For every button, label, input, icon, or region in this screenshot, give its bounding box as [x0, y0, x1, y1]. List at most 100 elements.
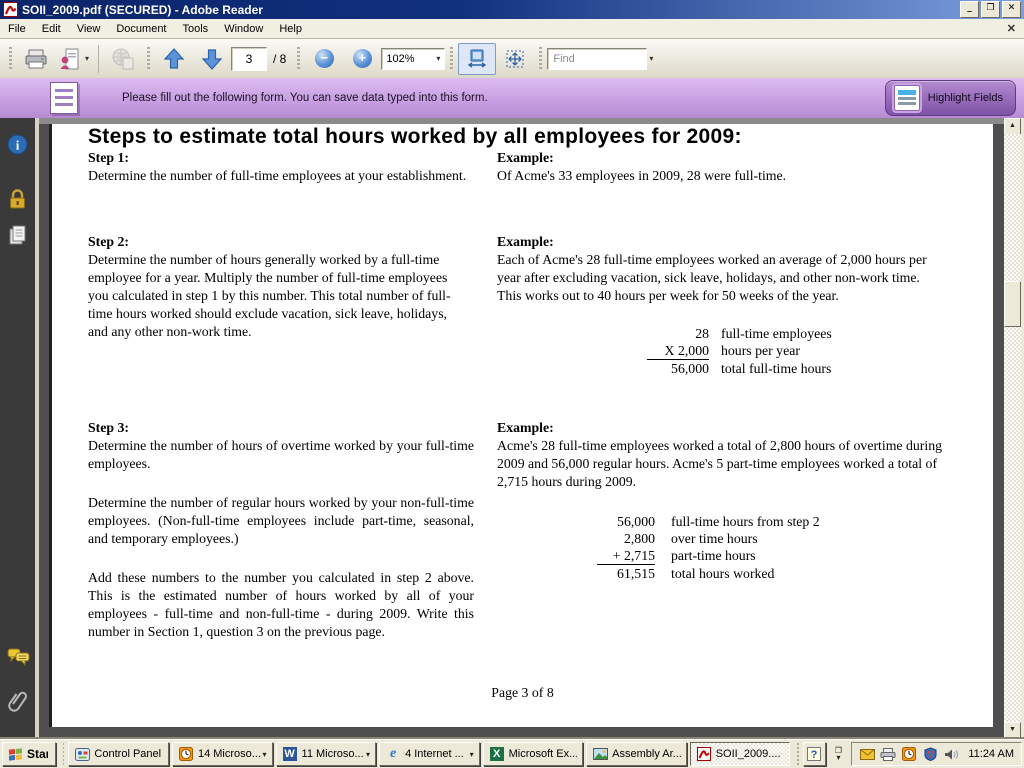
scrolling-mode-button[interactable]	[458, 43, 496, 75]
taskbar-group-word[interactable]: W 11 Microso... ▾	[276, 742, 377, 766]
chevron-down-icon[interactable]: ▾	[363, 750, 370, 759]
control-panel-icon	[74, 746, 90, 762]
navigation-sidebar: i	[0, 118, 39, 740]
help-icon: ?	[807, 747, 821, 761]
distribute-form-button[interactable]: ▾	[55, 43, 93, 75]
form-message: Please fill out the following form. You …	[122, 92, 488, 104]
page-number-input[interactable]	[231, 47, 267, 71]
close-button[interactable]: ✕	[1002, 1, 1021, 18]
zoom-out-button[interactable]: −	[305, 43, 343, 75]
taskbar-item-control-panel[interactable]: Control Panel	[68, 742, 169, 766]
menu-view[interactable]: View	[69, 19, 109, 38]
minimize-button[interactable]: _	[960, 1, 979, 18]
printer-tray-icon[interactable]	[880, 746, 896, 762]
total-hours-calculation: 56,000full-time hours from step 2 2,800o…	[597, 513, 820, 582]
page-heading: Steps to estimate total hours worked by …	[88, 125, 742, 149]
close-document-icon[interactable]: ✕	[1007, 22, 1016, 35]
scrollbar-track[interactable]	[1004, 134, 1021, 724]
taskbar: Start Control Panel 14 Microso... ▾ W 11…	[0, 739, 1024, 768]
volume-tray-icon[interactable]	[943, 746, 959, 762]
security-lock-icon[interactable]	[7, 188, 28, 209]
chevron-down-icon[interactable]: ▾	[649, 54, 653, 63]
chevron-down-icon: ▾	[836, 754, 840, 761]
internet-explorer-icon: e	[385, 746, 401, 762]
collaborate-button-disabled	[104, 43, 142, 75]
taskbar-separator	[63, 743, 65, 765]
help-tray-button[interactable]: ?	[803, 742, 826, 766]
scrollbar-thumb[interactable]	[1004, 281, 1021, 327]
form-document-icon	[50, 82, 78, 114]
start-label: Start	[27, 747, 48, 761]
taskbar-item-excel[interactable]: X Microsoft Ex...	[483, 742, 584, 766]
toolbar: ▾ / 8 − + 102% ▾ F	[0, 39, 1024, 79]
antivirus-shield-tray-icon[interactable]: V	[922, 746, 938, 762]
highlight-fields-icon	[894, 85, 920, 111]
menu-window[interactable]: Window	[216, 19, 271, 38]
step3-paragraph-2: Determine the number of regular hours wo…	[88, 494, 474, 548]
next-page-button[interactable]	[193, 43, 231, 75]
svg-text:?: ?	[811, 749, 818, 761]
adobe-pdf-icon	[696, 746, 712, 762]
fit-arrows-icon	[505, 49, 525, 69]
example3-title: Example:	[497, 420, 554, 435]
taskbar-item-assembly-image[interactable]: Assembly Ar...	[586, 742, 687, 766]
globe-page-icon	[111, 48, 135, 70]
page-down-arrow-icon	[201, 47, 223, 71]
clock-time[interactable]: 11:24 AM	[968, 748, 1014, 760]
zoom-in-button[interactable]: +	[343, 43, 381, 75]
clock-tray-icon[interactable]	[901, 746, 917, 762]
mail-tray-icon[interactable]	[859, 746, 875, 762]
find-input[interactable]: Find	[547, 48, 647, 70]
pages-panel-icon[interactable]	[7, 224, 28, 245]
menu-file[interactable]: File	[0, 19, 34, 38]
toolbar-grip	[450, 47, 453, 71]
chevron-down-icon[interactable]: ▾	[467, 750, 474, 759]
menu-document[interactable]: Document	[108, 19, 174, 38]
scrolling-page-icon	[468, 49, 486, 69]
attachments-panel-icon[interactable]	[7, 690, 28, 711]
comments-panel-icon[interactable]	[7, 648, 28, 669]
fit-page-button[interactable]	[496, 43, 534, 75]
menu-help[interactable]: Help	[271, 19, 310, 38]
menu-tools[interactable]: Tools	[175, 19, 217, 38]
hidden-icons-toggle[interactable]: ❐ ▾	[832, 747, 846, 761]
document-pane: i Steps to estimate total hours worked b…	[0, 118, 1024, 740]
chevron-down-icon[interactable]: ▾	[260, 750, 267, 759]
taskbar-group-internet-explorer[interactable]: e 4 Internet ... ▾	[379, 742, 480, 766]
step1-block: Step 1: Determine the number of full-tim…	[88, 149, 476, 185]
taskbar-item-pdf-active[interactable]: SOII_2009....	[690, 742, 791, 766]
start-button[interactable]: Start	[2, 742, 56, 766]
clock-app-icon	[178, 746, 194, 762]
step2-block: Step 2: Determine the number of hours ge…	[88, 233, 470, 341]
taskbar-group-outlook[interactable]: 14 Microso... ▾	[172, 742, 273, 766]
step3-paragraph-1: Determine the number of hours of overtim…	[88, 437, 474, 473]
example3-block: Example: Acme's 28 full-time employees w…	[497, 419, 949, 582]
zoom-level-select[interactable]: 102% ▾	[381, 48, 445, 70]
svg-text:i: i	[16, 138, 20, 153]
svg-text:V: V	[927, 750, 933, 760]
chevron-down-icon: ▾	[85, 54, 89, 63]
page-footer: Page 3 of 8	[52, 685, 993, 701]
step3-block: Step 3: Determine the number of hours of…	[88, 419, 474, 641]
example3-text: Acme's 28 full-time employees worked a t…	[497, 437, 949, 491]
menu-edit[interactable]: Edit	[34, 19, 69, 38]
document-info-icon[interactable]: i	[7, 134, 28, 155]
highlight-fields-button[interactable]: Highlight Fields	[885, 80, 1016, 116]
scroll-down-icon[interactable]: ▼	[1004, 722, 1021, 740]
print-button[interactable]	[17, 43, 55, 75]
previous-page-button[interactable]	[155, 43, 193, 75]
step3-title: Step 3:	[88, 420, 129, 435]
toolbar-grip	[297, 47, 300, 71]
restore-button[interactable]: ❐	[981, 1, 1000, 18]
toolbar-grip	[539, 47, 542, 71]
toolbar-separator	[98, 45, 99, 73]
step3-paragraph-3: Add these numbers to the number you calc…	[88, 569, 474, 641]
highlight-fields-label: Highlight Fields	[928, 92, 1003, 104]
vertical-scrollbar[interactable]: ▲ ▼	[1004, 118, 1021, 740]
taskbar-separator	[797, 743, 799, 765]
pdf-page: Steps to estimate total hours worked by …	[49, 124, 993, 727]
form-message-bar: Please fill out the following form. You …	[0, 78, 1024, 119]
example1-text: Of Acme's 33 employees in 2009, 28 were …	[497, 167, 945, 185]
step1-text: Determine the number of full-time employ…	[88, 167, 476, 185]
example2-title: Example:	[497, 234, 554, 249]
